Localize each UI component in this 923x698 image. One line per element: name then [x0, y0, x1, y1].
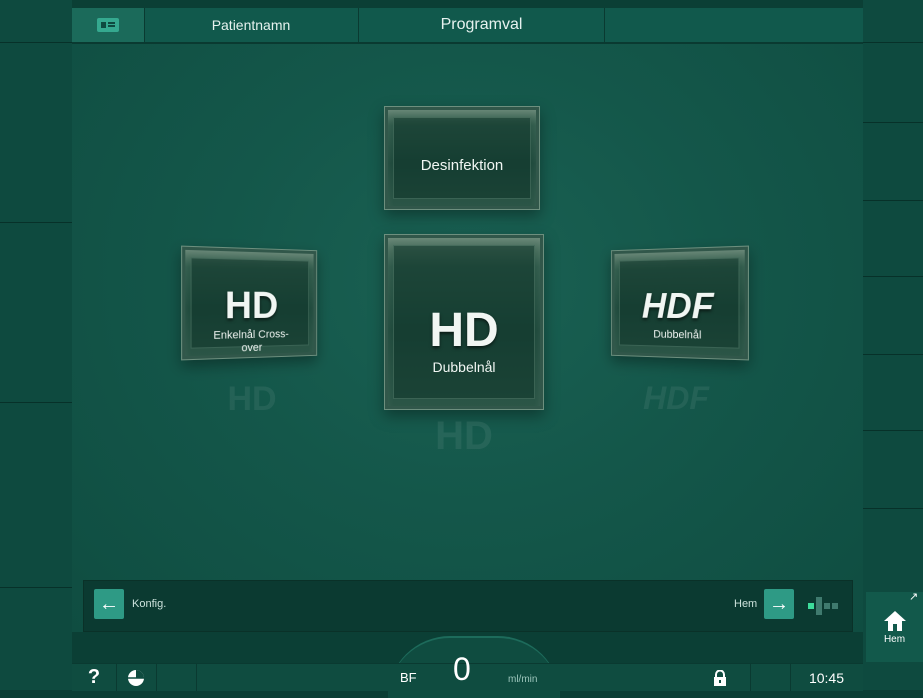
arrow-right-icon: → — [769, 592, 789, 615]
disinfection-label: Desinfektion — [420, 157, 504, 174]
hd-double-needle-reflection: HD — [435, 414, 493, 458]
status-empty-cell — [156, 664, 197, 691]
left-sidebar-cell[interactable] — [0, 42, 72, 223]
patient-card-button[interactable] — [72, 8, 145, 42]
help-icon: ? — [87, 666, 101, 688]
right-sidebar-cell[interactable] — [863, 122, 923, 201]
right-sidebar-cell[interactable] — [863, 42, 923, 123]
right-sidebar-cell[interactable] — [863, 200, 923, 277]
right-sidebar-cell[interactable] — [863, 354, 923, 431]
header-bar: Patientnamn Programval — [72, 8, 863, 44]
disinfection-program-cube[interactable]: Desinfektion — [384, 106, 540, 210]
hd-single-needle-program-cube[interactable]: HD Enkelnål Cross-over — [181, 245, 318, 361]
bf-value: 0 — [453, 651, 471, 687]
clock-display: 10:45 — [790, 664, 863, 691]
patient-card-icon — [97, 18, 119, 32]
timer-icon — [128, 669, 144, 686]
forward-label: Hem — [734, 598, 758, 610]
left-sidebar-cell[interactable] — [0, 222, 72, 403]
patient-name-field[interactable]: Patientnamn — [144, 8, 359, 42]
hd-double-needle-sub-label: Dubbelnål — [432, 359, 496, 375]
right-sidebar-cell[interactable] — [863, 508, 923, 589]
screen-title-text: Programval — [440, 16, 523, 33]
right-sidebar-cell[interactable] — [863, 430, 923, 509]
header-empty-cell — [605, 8, 863, 42]
lock-icon — [714, 669, 726, 686]
hd-single-needle-reflection: HD — [227, 380, 277, 418]
progress-dots-icon — [808, 597, 838, 615]
left-sidebar — [0, 0, 72, 690]
help-button[interactable]: ? — [72, 664, 117, 691]
home-label: Hem — [883, 633, 906, 645]
home-icon — [883, 610, 906, 631]
hdf-double-needle-program-cube[interactable]: HDF Dubbelnål — [610, 245, 749, 361]
hdf-double-needle-big-label: HDF — [641, 284, 714, 327]
time-text: 10:45 — [808, 669, 845, 686]
right-sidebar — [863, 0, 923, 690]
patient-name-label: Patientnamn — [211, 17, 291, 33]
expand-arrow-icon[interactable]: ↗ — [909, 590, 918, 603]
hd-single-needle-big-label: HD — [224, 284, 279, 328]
hd-single-needle-sub-label: Enkelnål Cross-over — [213, 328, 289, 355]
lock-button[interactable] — [690, 664, 751, 691]
navigation-panel: ← Konfig. Hem → — [83, 580, 853, 632]
bf-label: BF — [400, 670, 417, 685]
right-sidebar-cell[interactable] — [863, 276, 923, 355]
forward-button[interactable]: → — [764, 589, 794, 619]
left-sidebar-cell[interactable] — [0, 402, 72, 588]
screen-title: Programval — [359, 8, 605, 42]
back-label: Konfig. — [132, 598, 167, 610]
hdf-double-needle-reflection: HDF — [643, 380, 709, 416]
hd-double-needle-big-label: HD — [429, 304, 499, 357]
arrow-left-icon: ← — [99, 592, 119, 615]
back-button[interactable]: ← — [94, 589, 124, 619]
hd-double-needle-program-cube[interactable]: HD Dubbelnål — [384, 234, 544, 410]
timer-button[interactable] — [116, 664, 157, 691]
bf-unit: ml/min — [508, 674, 538, 685]
program-selection-area: Desinfektion HD Enkelnål Cross-over HD H… — [72, 44, 863, 632]
left-sidebar-cell[interactable] — [0, 587, 72, 664]
status-empty-cell — [750, 664, 791, 691]
